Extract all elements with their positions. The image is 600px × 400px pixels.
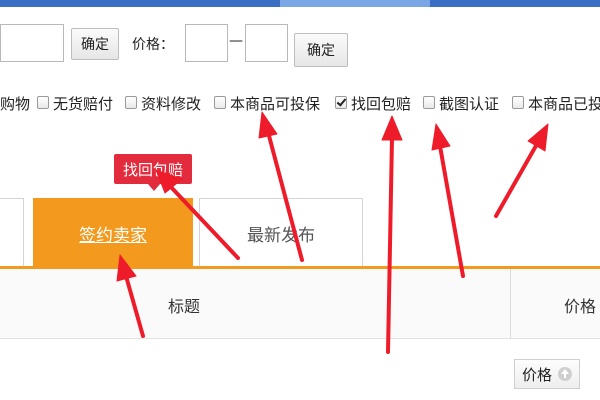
tooltip-badge: 找回包赔 bbox=[114, 154, 192, 191]
arrow-to-screenshot bbox=[431, 123, 465, 278]
tab-latest[interactable]: 最新发布 bbox=[199, 198, 363, 268]
sort-price-label: 价格 bbox=[521, 365, 552, 384]
arrow-up-icon bbox=[558, 367, 572, 381]
checkbox-3[interactable] bbox=[214, 96, 226, 109]
checkbox-6[interactable] bbox=[512, 96, 524, 109]
checkbox-label-5: 截图认证 bbox=[439, 95, 500, 113]
sort-price-button[interactable]: 价格 bbox=[514, 359, 580, 389]
confirm-button[interactable]: 确定 bbox=[71, 28, 119, 60]
price-label: 价格： bbox=[132, 37, 174, 53]
checkbox-label-6: 本商品已投 bbox=[528, 95, 600, 113]
filter-checkbox-row: 购物 无货赔付 资料修改 本商品可投保 找回包赔 截图认证 本商品已投 bbox=[0, 93, 600, 117]
checkbox-label-1: 无货赔付 bbox=[53, 95, 114, 113]
column-divider bbox=[510, 269, 511, 339]
checkbox-4[interactable] bbox=[335, 96, 347, 109]
price-min-input[interactable] bbox=[185, 24, 228, 62]
checkbox-1[interactable] bbox=[37, 96, 49, 109]
checkbox-label-3: 本商品可投保 bbox=[230, 95, 321, 113]
price-dash: — bbox=[229, 33, 243, 49]
checkbox-label-2: 资料修改 bbox=[141, 95, 202, 113]
top-blue-strip bbox=[0, 0, 600, 7]
column-header-price: 价格 bbox=[564, 297, 597, 316]
checkbox-5[interactable] bbox=[423, 96, 435, 109]
checkbox-label-4: 找回包赔 bbox=[351, 95, 412, 113]
keyword-input[interactable] bbox=[0, 24, 64, 62]
arrow-to-insured bbox=[494, 123, 549, 218]
checkbox-label-0: 购物 bbox=[0, 95, 31, 113]
checkbox-2[interactable] bbox=[125, 96, 137, 109]
tab-signed-seller[interactable]: 签约卖家 bbox=[33, 198, 193, 268]
tab-left-partial[interactable] bbox=[0, 198, 24, 268]
column-header-title: 标题 bbox=[168, 297, 201, 316]
price-confirm-button[interactable]: 确定 bbox=[294, 33, 348, 67]
table-header: 标题 价格 bbox=[0, 269, 600, 339]
price-max-input[interactable] bbox=[245, 24, 288, 62]
